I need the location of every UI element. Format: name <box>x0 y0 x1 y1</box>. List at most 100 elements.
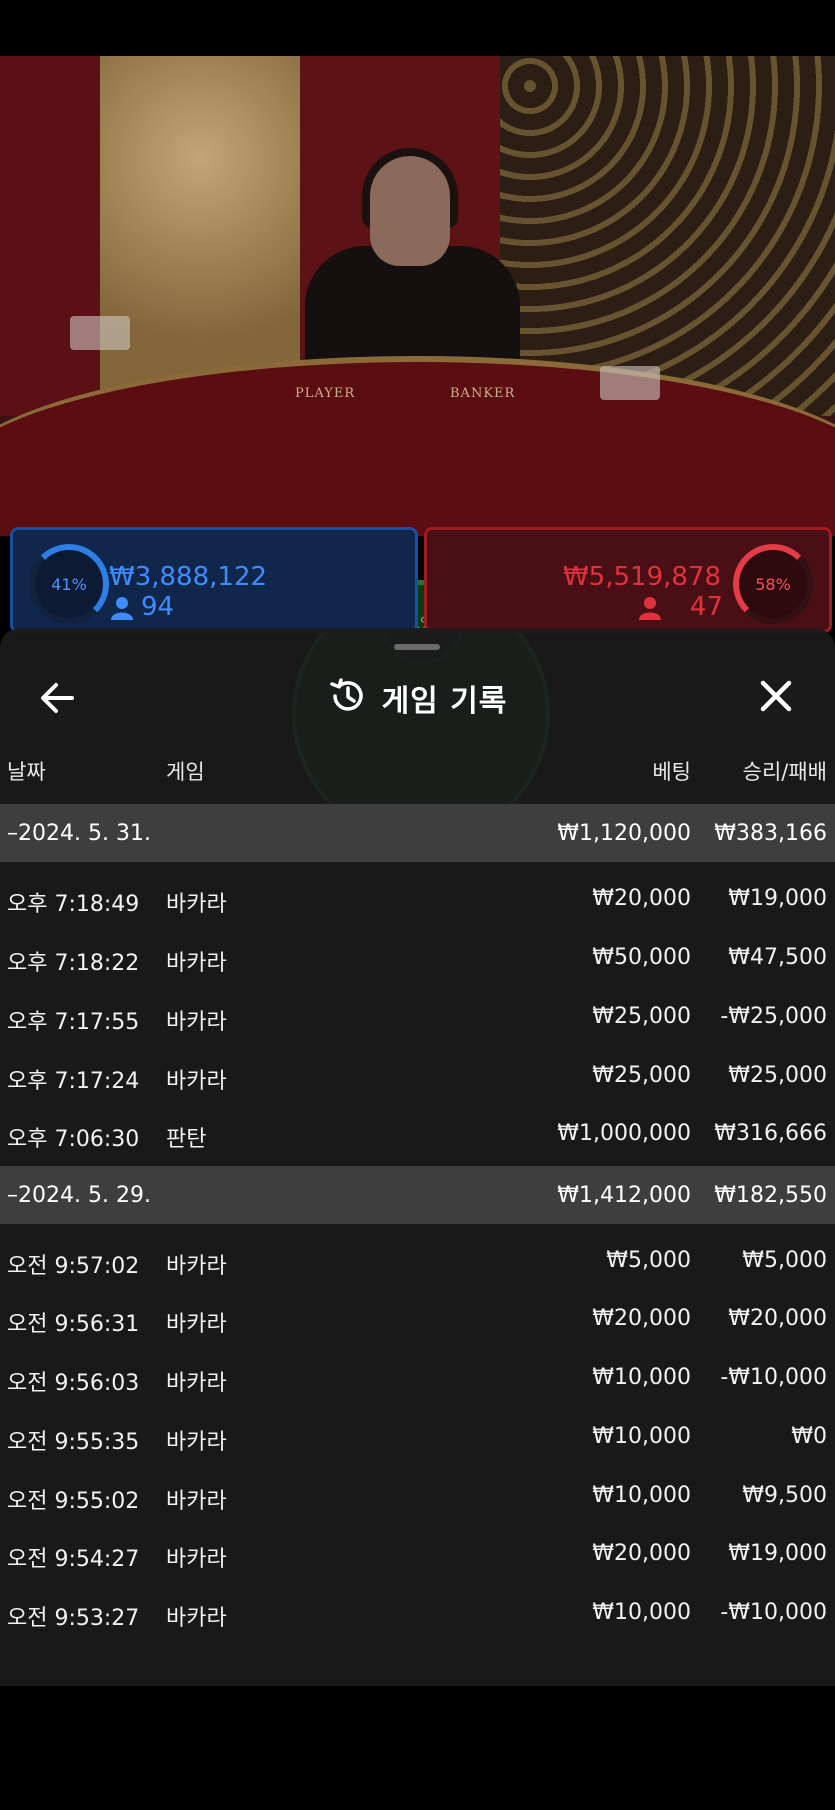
history-row[interactable]: 오전 9:56:31 바카라 ₩20,000 ₩20,000 <box>0 1289 835 1347</box>
row-game: 바카라 <box>166 892 227 917</box>
row-date: 오전 9:53:27 <box>7 1606 140 1631</box>
row-bet: ₩25,000 <box>592 1063 691 1088</box>
curtain-left <box>0 56 100 416</box>
column-header-winloss: 승리/패배 <box>742 760 827 784</box>
row-game: 바카라 <box>166 1069 227 1094</box>
dealer-face <box>370 156 450 266</box>
row-bet: ₩20,000 <box>592 1306 691 1331</box>
drag-handle[interactable] <box>394 644 440 650</box>
row-winloss: ₩19,000 <box>728 886 827 911</box>
row-date: 오전 9:57:02 <box>7 1254 140 1279</box>
player-total-amount: ₩3,888,122 <box>109 562 268 592</box>
row-game: 바카라 <box>166 1547 227 1572</box>
row-bet: ₩1,000,000 <box>557 1121 691 1146</box>
row-date: 오후 7:18:49 <box>7 892 140 917</box>
history-row[interactable]: 오전 9:55:02 바카라 ₩10,000 ₩9,500 <box>0 1466 835 1524</box>
row-winloss: ₩0 <box>791 1424 827 1449</box>
column-header-game: 게임 <box>166 760 205 784</box>
row-winloss: ₩383,166 <box>714 821 827 846</box>
sheet-title: 게임 기록 <box>381 684 508 719</box>
baccarat-table <box>0 356 835 536</box>
row-game: 바카라 <box>166 1430 227 1455</box>
row-bet: ₩1,120,000 <box>557 821 691 846</box>
row-bet: ₩20,000 <box>592 886 691 911</box>
row-bet: ₩1,412,000 <box>557 1183 691 1208</box>
live-dealer-video: PLAYER BANKER <box>0 56 835 536</box>
row-date: 오후 7:06:30 <box>7 1127 140 1152</box>
row-date: 오전 9:56:31 <box>7 1312 140 1337</box>
row-bet: ₩50,000 <box>592 945 691 970</box>
history-row[interactable]: 오후 7:17:55 바카라 ₩25,000 -₩25,000 <box>0 987 835 1045</box>
row-date: 오후 7:17:24 <box>7 1069 140 1094</box>
history-row[interactable]: 오후 7:18:49 바카라 ₩20,000 ₩19,000 <box>0 869 835 927</box>
row-winloss: ₩20,000 <box>728 1306 827 1331</box>
close-button[interactable] <box>754 674 798 718</box>
row-winloss: ₩47,500 <box>728 945 827 970</box>
history-row[interactable]: 오전 9:53:27 바카라 ₩10,000 -₩10,000 <box>0 1583 835 1641</box>
row-winloss: ₩182,550 <box>714 1183 827 1208</box>
card-shoe-left <box>70 316 130 350</box>
table-label-player: PLAYER <box>295 386 356 401</box>
row-bet: ₩25,000 <box>592 1004 691 1029</box>
row-bet: ₩10,000 <box>592 1483 691 1508</box>
player-count: 94 <box>141 592 175 622</box>
row-bet: ₩5,000 <box>606 1248 691 1273</box>
row-winloss: -₩25,000 <box>720 1004 827 1029</box>
table-label-banker: BANKER <box>450 386 516 401</box>
date-group-row: –2024. 5. 29. ₩1,412,000 ₩182,550 <box>0 1166 835 1224</box>
top-status-bar <box>0 0 835 56</box>
row-bet: ₩10,000 <box>592 1424 691 1449</box>
game-history-sheet: 게임 기록 날짜 게임 베팅 승리/패배 –2024. 5. 31. ₩1,120… <box>0 628 835 1686</box>
row-game: 바카라 <box>166 1254 227 1279</box>
history-icon <box>328 676 368 720</box>
row-date: 오전 9:54:27 <box>7 1547 140 1572</box>
history-row[interactable]: 오후 7:17:24 바카라 ₩25,000 ₩25,000 <box>0 1046 835 1104</box>
table-header: 날짜 게임 베팅 승리/패배 <box>0 756 835 796</box>
row-bet: ₩10,000 <box>592 1600 691 1625</box>
row-game: 바카라 <box>166 1371 227 1396</box>
row-date: 오후 7:17:55 <box>7 1010 140 1035</box>
history-row[interactable]: 오전 9:57:02 바카라 ₩5,000 ₩5,000 <box>0 1231 835 1289</box>
row-date: 오전 9:56:03 <box>7 1371 140 1396</box>
banker-bet-summary[interactable]: ₩5,519,878 47 58% <box>424 527 832 633</box>
user-icon <box>639 596 661 620</box>
row-winloss: ₩5,000 <box>742 1248 827 1273</box>
banker-percent-ring: 58% <box>733 544 813 624</box>
row-bet: ₩20,000 <box>592 1541 691 1566</box>
row-winloss: ₩9,500 <box>742 1483 827 1508</box>
player-bet-summary[interactable]: 41% ₩3,888,122 94 <box>10 527 418 633</box>
column-header-date: 날짜 <box>7 760 46 784</box>
history-row[interactable]: 오전 9:56:03 바카라 ₩10,000 -₩10,000 <box>0 1348 835 1406</box>
row-winloss: ₩19,000 <box>728 1541 827 1566</box>
row-winloss: -₩10,000 <box>720 1365 827 1390</box>
row-date: 오전 9:55:02 <box>7 1489 140 1514</box>
row-game: 바카라 <box>166 1489 227 1514</box>
player-percent: 41% <box>51 574 87 594</box>
bottom-bar <box>0 1686 835 1810</box>
date-group-row: –2024. 5. 31. ₩1,120,000 ₩383,166 <box>0 804 835 862</box>
row-date: 오전 9:55:35 <box>7 1430 140 1455</box>
close-icon <box>760 680 792 712</box>
row-game: 바카라 <box>166 1010 227 1035</box>
banker-percent: 58% <box>755 574 791 594</box>
row-winloss: ₩316,666 <box>714 1121 827 1146</box>
row-winloss: -₩10,000 <box>720 1600 827 1625</box>
history-row[interactable]: 오전 9:54:27 바카라 ₩20,000 ₩19,000 <box>0 1524 835 1582</box>
row-date: –2024. 5. 29. <box>7 1183 151 1208</box>
history-row[interactable]: 오후 7:06:30 판탄 ₩1,000,000 ₩316,666 <box>0 1104 835 1162</box>
player-percent-ring: 41% <box>29 544 109 624</box>
row-game: 바카라 <box>166 951 227 976</box>
row-bet: ₩10,000 <box>592 1365 691 1390</box>
row-game: 판탄 <box>166 1127 207 1152</box>
column-header-bet: 베팅 <box>652 760 691 784</box>
banker-count: 47 <box>689 592 723 622</box>
card-shoe-right <box>600 366 660 400</box>
gold-panel-left <box>100 56 300 396</box>
row-game: 바카라 <box>166 1312 227 1337</box>
history-row[interactable]: 오전 9:55:35 바카라 ₩10,000 ₩0 <box>0 1407 835 1465</box>
row-winloss: ₩25,000 <box>728 1063 827 1088</box>
history-row[interactable]: 오후 7:18:22 바카라 ₩50,000 ₩47,500 <box>0 928 835 986</box>
user-icon <box>111 596 133 620</box>
row-game: 바카라 <box>166 1606 227 1631</box>
row-date: 오후 7:18:22 <box>7 951 140 976</box>
